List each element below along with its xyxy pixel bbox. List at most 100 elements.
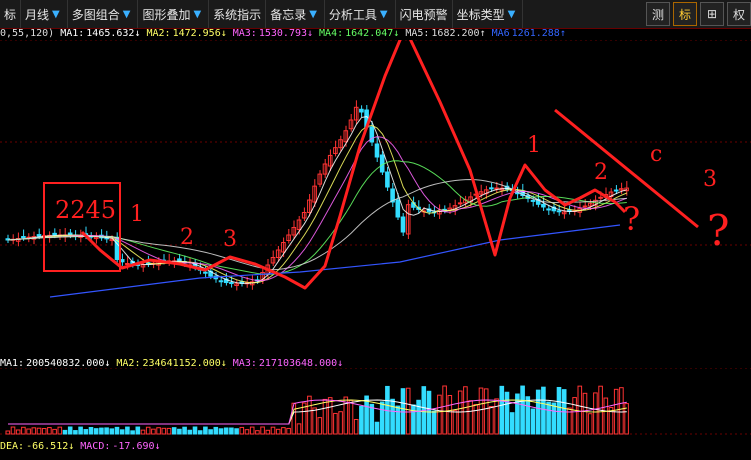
volume-bar [504, 391, 510, 435]
toolbar-item-3[interactable]: 图形叠加 ▼ [138, 0, 210, 28]
volume-bar [582, 392, 588, 435]
readout-label: MACD: [80, 441, 111, 452]
wave-label: 3 [223, 227, 237, 252]
dropdown-arrow-icon: ▼ [122, 8, 131, 20]
readout-value: 1472.956↓ [172, 28, 227, 39]
volume-bar [234, 428, 239, 435]
macd-item-0: DEA: -66.512↓ [0, 441, 74, 452]
volume-bar [426, 390, 432, 435]
moving-average-line [7, 178, 627, 271]
candle-body [385, 171, 390, 188]
volume-bar [161, 427, 167, 435]
volume-bar [374, 421, 380, 435]
readout-label: MA3: [232, 28, 257, 39]
candlestick-chart[interactable]: 2245 1 2 3 1 2 c 3?? [0, 40, 751, 352]
volume-bar [57, 426, 63, 435]
toolbar-button-1[interactable]: 标 [673, 2, 697, 26]
wave-label: 1 [527, 133, 541, 158]
toolbar-button-3[interactable]: 权 [727, 2, 751, 26]
volume-bar [73, 430, 78, 435]
toolbar-item-label: 图形叠加 [142, 7, 191, 22]
volume-bar [192, 426, 198, 435]
candle-body [229, 282, 234, 285]
volume-bar [447, 395, 453, 435]
candle-body [359, 108, 364, 113]
volume-bar [411, 404, 416, 435]
volume-bar [353, 418, 359, 435]
volume-bar [556, 386, 562, 435]
readout-value: -17.690↓ [112, 441, 161, 452]
readout-value: 1465.632↓ [86, 28, 141, 39]
toolbar-item-label: 多图组合 [71, 7, 120, 22]
volume-bar [156, 427, 161, 435]
toolbar-item-5[interactable]: 备忘录 ▼ [266, 0, 325, 28]
toolbar-item-7[interactable]: 闪电预警 [396, 0, 453, 28]
volume-bar [400, 388, 406, 435]
annotations: 2245 1 2 3 1 2 c 3?? [43, 40, 730, 290]
toolbar-item-label: 闪电预警 [399, 7, 448, 22]
toolbar-item-label: 备忘录 [270, 7, 307, 22]
volume-bar [395, 405, 401, 435]
volume-bar [452, 410, 458, 435]
volume-bar [525, 396, 531, 435]
volume-bar [119, 429, 125, 435]
candle-body [21, 236, 26, 239]
toolbar-button-0[interactable]: 测 [646, 2, 670, 26]
volume-bar [338, 411, 343, 435]
volume-bar [312, 407, 317, 435]
toolbar-item-label: 坐标类型 [456, 7, 505, 22]
price-ma-readout: 0,55,120) MA1: 1465.632↓ MA2: 1472.956↓ MA3:… [0, 28, 566, 39]
volume-bar [197, 430, 203, 435]
volume-bar [21, 426, 26, 435]
toolbar-button-2[interactable]: ⊞ [700, 2, 724, 26]
volume-bar [93, 428, 99, 435]
wave-label: 1 [130, 202, 144, 227]
toolbar-item-6[interactable]: 分析工具 ▼ [325, 0, 396, 28]
volume-bar [603, 397, 609, 435]
volume-bar [416, 399, 421, 435]
volume-bar [509, 412, 515, 435]
volume-bar [275, 428, 281, 435]
volume-bar [577, 385, 583, 435]
volume-bar [593, 392, 598, 435]
volume-bar [255, 430, 260, 435]
toolbar-item-label: 系统指示 [213, 7, 262, 22]
volume-bar [208, 429, 213, 435]
candle-body [582, 205, 588, 208]
readout-value: -66.512↓ [26, 441, 75, 452]
volume-bar [286, 427, 291, 435]
toolbar-item-1[interactable]: 月线 ▼ [21, 0, 68, 28]
toolbar-item-4[interactable]: 系统指示 [209, 0, 267, 28]
price-ma-3: MA4: 1642.047↓ [319, 28, 399, 39]
volume-bar [203, 426, 208, 435]
candle-body [457, 202, 463, 205]
candle-body [203, 271, 208, 274]
volume-bar [151, 428, 156, 435]
price-ma-0: MA1: 1465.632↓ [60, 28, 140, 39]
toolbar-item-8[interactable]: 坐标类型 ▼ [453, 0, 524, 28]
volume-bar [431, 410, 437, 435]
volume-bar [218, 428, 224, 435]
candle-body [400, 216, 406, 233]
volume-bar [99, 427, 104, 435]
volume-bar [535, 389, 541, 435]
candle-body [489, 187, 494, 190]
price-ma-5: MA6 1261.288↑ [492, 28, 566, 39]
toolbar-item-2[interactable]: 多图组合 ▼ [68, 0, 139, 28]
candle-body [125, 262, 130, 265]
volume-chart[interactable] [0, 368, 751, 438]
volume-bar [442, 385, 447, 435]
volume-bar [390, 398, 395, 435]
volume-bar [473, 404, 479, 435]
readout-value: 1261.288↑ [511, 28, 566, 39]
volume-bar [327, 397, 333, 435]
question-mark: ? [707, 206, 730, 255]
readout-value: 1642.047↓ [345, 28, 400, 39]
volume-bar [463, 386, 468, 435]
volume-bar [135, 426, 141, 435]
readout-value: 1682.200↑ [431, 28, 486, 39]
wave-label: 3 [703, 167, 717, 192]
toolbar-item-label: 分析工具 [328, 7, 377, 22]
candle-body [218, 280, 224, 283]
toolbar-item-0[interactable]: 标 [0, 0, 22, 28]
